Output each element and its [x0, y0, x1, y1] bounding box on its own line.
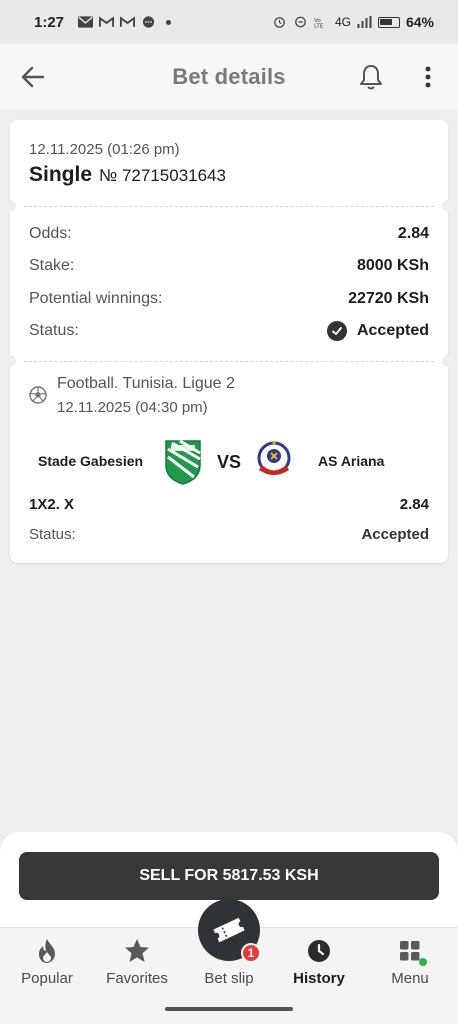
status-bar: 1:27 Vo LTE 4G 64%	[0, 0, 458, 44]
notification-icons	[78, 16, 172, 28]
status-value-group: Accepted	[326, 321, 429, 341]
away-team-name: AS Ariana	[318, 453, 385, 469]
status-label: Status:	[29, 322, 79, 339]
home-gesture-bar[interactable]	[165, 1007, 293, 1011]
card-notch	[4, 200, 16, 212]
nav-favorites[interactable]: Favorites	[91, 928, 183, 998]
outcome-status-label: Status:	[29, 526, 76, 543]
outcome-row: 1X2. X 2.84	[29, 496, 429, 513]
volte-icon: VoLTE	[314, 18, 324, 28]
sell-button[interactable]: SELL FOR 5817.53 KSH	[19, 852, 439, 900]
nav-popular[interactable]: Popular	[1, 928, 93, 998]
football-icon	[29, 386, 47, 404]
nav-history[interactable]: History	[273, 928, 365, 998]
card-notch	[442, 200, 454, 212]
more-vert-icon[interactable]	[416, 64, 440, 90]
battery-percent: 64%	[405, 14, 434, 30]
outcome-status-row: Status: Accepted	[29, 526, 429, 543]
bet-slip-badge: 1	[241, 943, 261, 963]
nav-history-label: History	[293, 970, 345, 987]
chat-icon	[142, 16, 155, 28]
status-value: Accepted	[356, 322, 429, 339]
alarm-icon	[274, 17, 285, 28]
odds-row: Odds: 2.84	[29, 225, 429, 243]
nav-menu-label: Menu	[391, 970, 429, 987]
bell-icon[interactable]	[358, 63, 384, 91]
odds-value: 2.84	[397, 225, 429, 242]
star-icon	[124, 938, 150, 964]
ticket-icon	[213, 917, 245, 943]
outcome-label: 1X2. X	[29, 496, 75, 513]
status-time: 1:27	[34, 13, 65, 31]
bet-type: Single	[29, 163, 93, 186]
mail-icon	[78, 16, 94, 28]
outcome-status-value: Accepted	[361, 526, 429, 543]
away-team-logo	[257, 440, 291, 475]
battery-icon	[377, 16, 400, 28]
home-team-logo	[165, 439, 201, 485]
bet-date: 12.11.2025 (01:26 pm)	[29, 141, 180, 158]
grid-icon	[397, 938, 427, 966]
stake-value: 8000 KSh	[356, 257, 429, 274]
gmail-icon	[120, 16, 136, 27]
odds-label: Odds:	[29, 225, 72, 242]
fire-icon	[34, 938, 60, 964]
more-notifications-dot-icon	[166, 19, 172, 25]
stake-row: Stake: 8000 KSh	[29, 257, 429, 275]
check-circle-icon	[326, 321, 347, 341]
system-icons: Vo LTE 4G 64%	[272, 14, 434, 30]
stake-label: Stake:	[29, 257, 75, 274]
app-header: Bet details	[0, 44, 458, 110]
winnings-row: Potential winnings: 22720 KSh	[29, 290, 429, 308]
svg-text:LTE: LTE	[314, 24, 324, 28]
nav-menu[interactable]: Menu	[364, 928, 456, 998]
home-team-name: Stade Gabesien	[38, 453, 144, 469]
winnings-label: Potential winnings:	[29, 290, 163, 307]
league-name: Football. Tunisia. Ligue 2	[57, 375, 235, 392]
event-date: 12.11.2025 (04:30 pm)	[57, 399, 208, 416]
card-notch	[4, 355, 16, 367]
status-row: Status: Accepted	[29, 321, 429, 341]
gmail-icon	[99, 16, 115, 27]
card-notch	[442, 355, 454, 367]
divider	[24, 206, 434, 207]
network-type: 4G	[334, 15, 351, 29]
bet-card: 12.11.2025 (01:26 pm) Single № 727150316…	[4, 120, 454, 563]
nav-favorites-label: Favorites	[106, 970, 168, 987]
clock-icon	[306, 938, 332, 964]
bet-number: № 72715031643	[99, 166, 226, 185]
versus-label: vs	[217, 452, 242, 472]
data-saver-icon	[295, 16, 306, 28]
menu-notification-dot	[419, 958, 427, 966]
winnings-value: 22720 KSh	[348, 290, 429, 307]
nav-popular-label: Popular	[21, 970, 73, 987]
signal-icon	[357, 16, 372, 28]
outcome-odds: 2.84	[399, 496, 429, 513]
page-title: Bet details	[172, 64, 286, 89]
nav-bet-slip-label: Bet slip	[204, 970, 254, 987]
gesture-area	[0, 997, 458, 1024]
divider	[24, 361, 434, 362]
